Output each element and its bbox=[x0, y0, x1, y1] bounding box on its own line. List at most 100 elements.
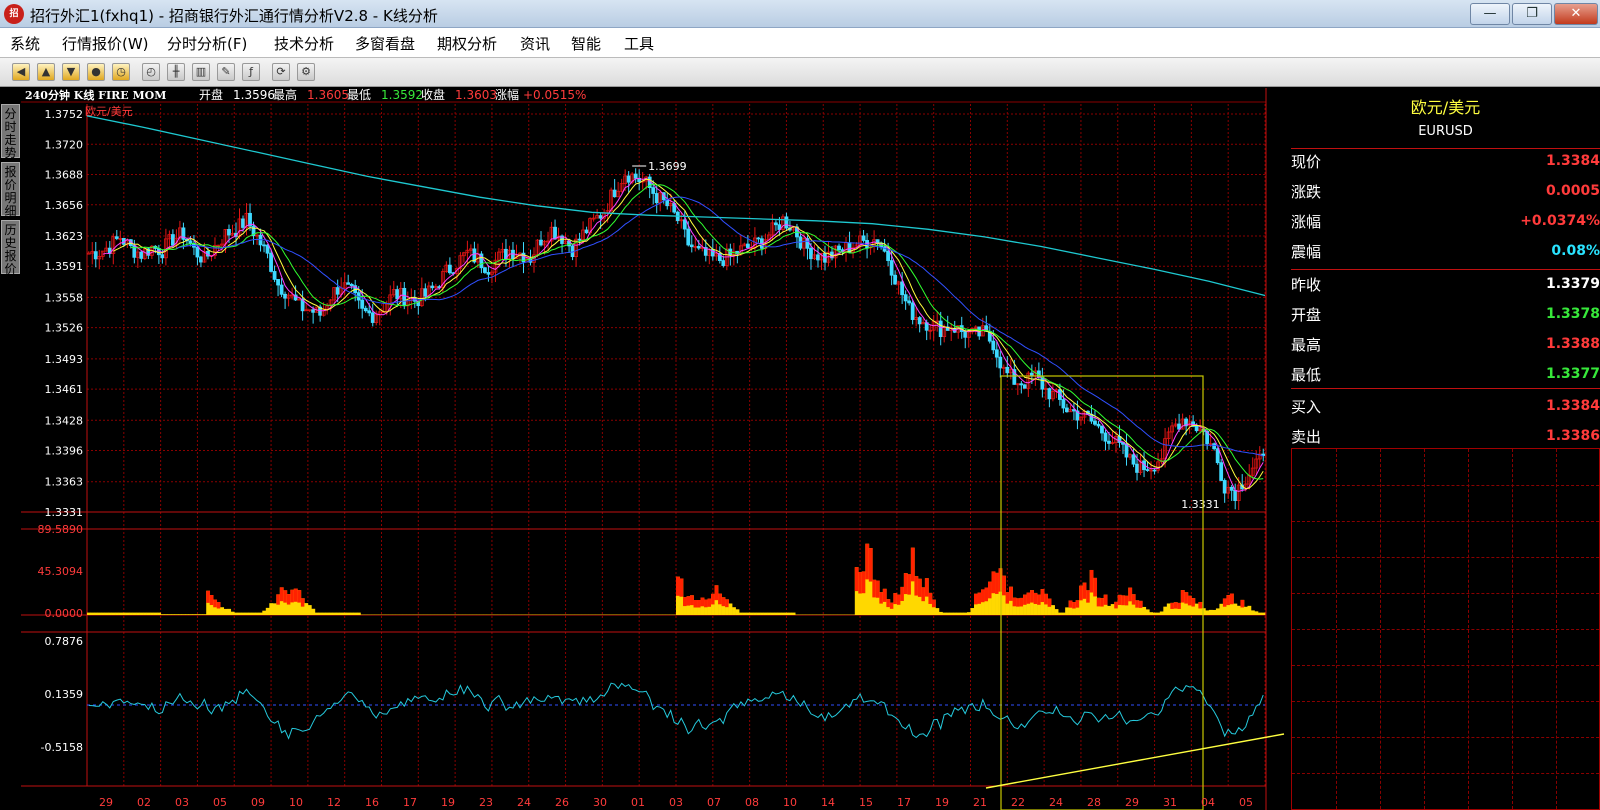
fire-bar bbox=[1233, 603, 1238, 615]
date-tick: 16 bbox=[365, 796, 379, 809]
menu-system[interactable]: 系统 bbox=[10, 33, 40, 54]
price-tick: 1.3688 bbox=[45, 169, 84, 182]
candle-body bbox=[1212, 443, 1217, 450]
fire-bar-hot bbox=[683, 597, 687, 607]
fire-bar bbox=[234, 612, 239, 615]
edit-icon[interactable]: ✎ bbox=[217, 63, 235, 81]
close-button[interactable]: ✕ bbox=[1554, 3, 1598, 25]
date-tick: 17 bbox=[403, 796, 417, 809]
minimize-button[interactable]: — bbox=[1470, 3, 1510, 25]
tab-history[interactable]: 历史报价 bbox=[1, 220, 20, 276]
up-arrow-icon[interactable]: ▲ bbox=[37, 63, 55, 81]
menu-multiwindow[interactable]: 多窗看盘 bbox=[355, 33, 415, 54]
menu-options[interactable]: 期权分析 bbox=[437, 33, 497, 54]
fire-bar-hot bbox=[1068, 600, 1073, 608]
candle-body bbox=[598, 215, 603, 219]
fire-bar bbox=[1058, 612, 1062, 615]
period-label: 240分钟 K线 FIRE MOM bbox=[25, 88, 166, 102]
fire-bar-hot bbox=[910, 547, 915, 582]
fire-bar bbox=[1166, 603, 1171, 615]
candle-body bbox=[1093, 420, 1097, 425]
fire-bar-hot bbox=[879, 592, 884, 604]
fire-bar-hot bbox=[1184, 592, 1189, 604]
maximize-button[interactable]: ❐ bbox=[1512, 3, 1552, 25]
time-chart-icon[interactable]: ◴ bbox=[142, 63, 160, 81]
fire-bar bbox=[346, 612, 351, 615]
fire-bar-hot bbox=[875, 580, 880, 598]
menu-smart[interactable]: 智能 bbox=[571, 33, 601, 54]
date-tick: 30 bbox=[593, 796, 607, 809]
candle-body bbox=[861, 235, 866, 241]
fire-bar-hot bbox=[1180, 590, 1185, 603]
fire-bar bbox=[952, 612, 957, 615]
refresh-icon[interactable]: ⟳ bbox=[272, 63, 290, 81]
fire-bar bbox=[1250, 610, 1255, 615]
low-value: 1.3592 bbox=[381, 88, 423, 102]
date-tick: 17 bbox=[897, 796, 911, 809]
candle-body bbox=[584, 229, 589, 234]
fire-bar-hot bbox=[1198, 601, 1203, 609]
menu-tools[interactable]: 工具 bbox=[624, 33, 654, 54]
fire-bar bbox=[157, 612, 161, 615]
change-value: +0.0515% bbox=[523, 88, 586, 102]
fire-bar bbox=[223, 608, 228, 615]
fire-bar bbox=[146, 612, 151, 615]
date-tick: 07 bbox=[707, 796, 721, 809]
grid-hline bbox=[1292, 593, 1599, 594]
left-arrow-icon[interactable]: ◀ bbox=[12, 63, 30, 81]
clock-icon[interactable]: ◷ bbox=[112, 63, 130, 81]
fire-bar bbox=[949, 612, 954, 615]
kline-icon[interactable]: ╫ bbox=[167, 63, 185, 81]
fire-bar-hot bbox=[981, 589, 985, 603]
fire-bar bbox=[311, 608, 316, 615]
fire-bar-hot bbox=[1019, 597, 1024, 607]
fire-bar-hot bbox=[1033, 592, 1038, 604]
fire-bar-hot bbox=[1086, 590, 1091, 603]
down-arrow-icon[interactable]: ▼ bbox=[62, 63, 80, 81]
quote-value: 1.3378 bbox=[1545, 306, 1600, 322]
fire-bar bbox=[115, 612, 119, 615]
fire-bar-hot bbox=[707, 598, 712, 607]
candle-body bbox=[269, 252, 273, 272]
fire-bar-hot bbox=[1075, 600, 1080, 608]
fire-bar bbox=[1205, 610, 1210, 615]
candle-body bbox=[402, 287, 407, 307]
candle-body bbox=[756, 237, 761, 240]
candle-body bbox=[539, 239, 543, 246]
fire-bar-hot bbox=[1096, 597, 1101, 607]
fire-bar bbox=[332, 612, 337, 615]
bar-chart-icon[interactable]: ▥ bbox=[192, 63, 210, 81]
fire-bar bbox=[143, 612, 147, 615]
kline-chart[interactable]: 240分钟 K线 FIRE MOM 开盘 1.3596 最高 1.3605 最低… bbox=[21, 88, 1291, 810]
side-tabs: 分时走势 报价明细 历史报价 bbox=[0, 88, 21, 810]
candle-body bbox=[886, 250, 891, 261]
quote-label: 涨幅 bbox=[1291, 213, 1322, 231]
fire-bar-hot bbox=[854, 567, 859, 592]
fire-bar bbox=[1065, 607, 1069, 615]
fire-bar-hot bbox=[283, 590, 288, 603]
price-tick: 1.3461 bbox=[45, 383, 84, 396]
menu-timeshare[interactable]: 分时分析(F) bbox=[167, 33, 247, 54]
fire-bar-hot bbox=[711, 593, 715, 605]
fire-bar-hot bbox=[1138, 600, 1143, 608]
fire-bar bbox=[178, 614, 182, 615]
fire-bar-hot bbox=[1100, 598, 1105, 607]
candle-body bbox=[1005, 366, 1010, 374]
fire-bar bbox=[94, 612, 98, 615]
fire-bar-hot bbox=[1222, 598, 1227, 607]
tab-quote-detail[interactable]: 报价明细 bbox=[1, 162, 20, 218]
price-tick: 1.3493 bbox=[45, 353, 84, 366]
candle-body bbox=[998, 356, 1003, 369]
menu-quotes[interactable]: 行情报价(W) bbox=[62, 33, 149, 54]
menu-technical[interactable]: 技术分析 bbox=[274, 33, 334, 54]
fire-bar bbox=[171, 614, 175, 615]
menu-news[interactable]: 资讯 bbox=[520, 33, 550, 54]
min-annotation: 1.3331 bbox=[1181, 498, 1220, 511]
tab-timeshare[interactable]: 分时走势 bbox=[1, 104, 20, 160]
candle-body bbox=[430, 285, 435, 289]
settings-icon[interactable]: ⚙ bbox=[297, 63, 315, 81]
open-label: 开盘 bbox=[199, 88, 223, 102]
stop-icon[interactable]: ● bbox=[87, 63, 105, 81]
fire-bar-hot bbox=[1026, 592, 1031, 604]
fx-icon[interactable]: ƒ bbox=[242, 63, 260, 81]
